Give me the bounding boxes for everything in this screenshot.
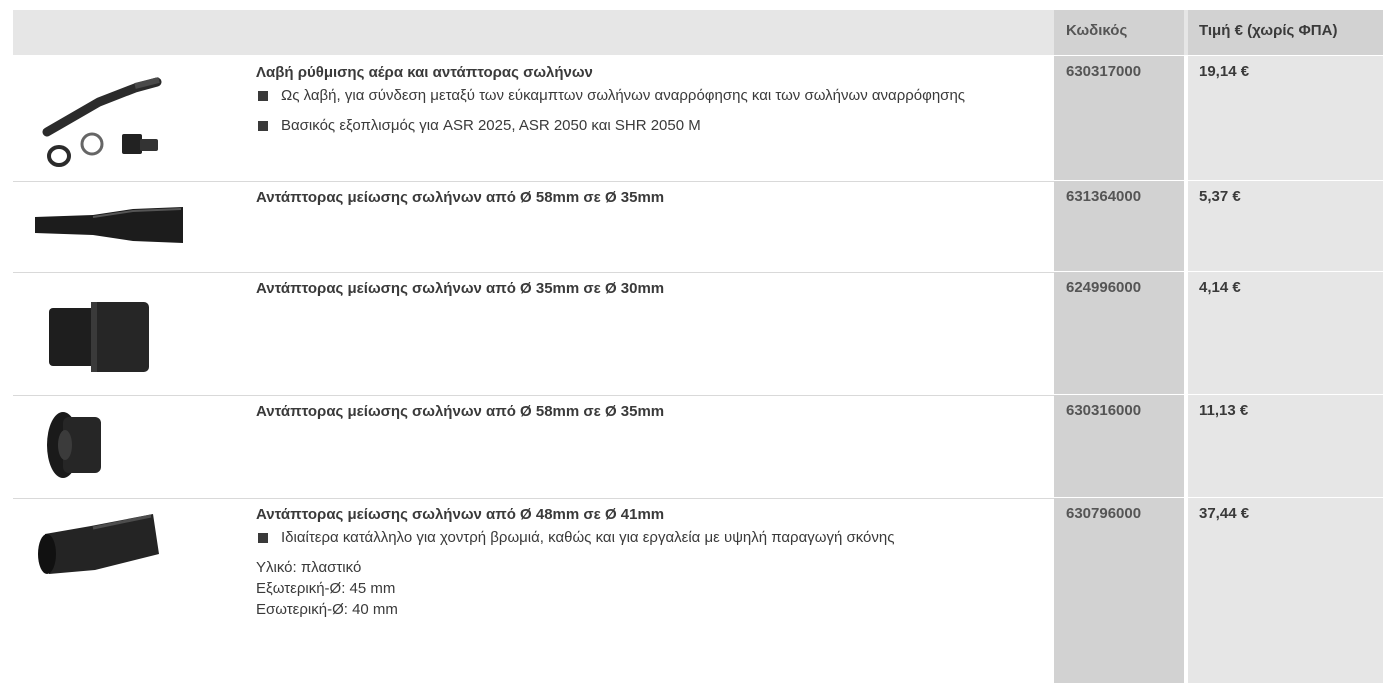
- feature-list: Ως λαβή, για σύνδεση μεταξύ των εύκαμπτω…: [256, 85, 1036, 136]
- product-title: Αντάπτορας μείωσης σωλήνων από Ø 35mm σε…: [256, 280, 665, 297]
- feature-item: Ως λαβή, για σύνδεση μεταξύ των εύκαμπτω…: [256, 85, 1036, 106]
- product-price: 5,37 €: [1188, 181, 1383, 271]
- product-price: 4,14 €: [1188, 272, 1383, 394]
- table-row: Αντάπτορας μείωσης σωλήνων από Ø 35mm σε…: [13, 272, 1383, 394]
- spec-inner-diameter: Εσωτερική-Ø: 40 mm: [256, 601, 398, 618]
- table-row: Αντάπτορας μείωσης σωλήνων από Ø 58mm σε…: [13, 181, 1383, 271]
- reducer-sleeve-icon: [49, 302, 149, 372]
- product-image: [13, 56, 243, 180]
- code-column-header: Κωδικός: [1054, 10, 1184, 55]
- reducer-ring-icon: [47, 412, 101, 478]
- price-column-header: Τιμή € (χωρίς ΦΠΑ): [1188, 10, 1383, 55]
- spec-outer-diameter: Εξωτερική-Ø: 45 mm: [256, 580, 396, 597]
- product-price: 19,14 €: [1188, 56, 1383, 180]
- product-code: 624996000: [1054, 272, 1184, 394]
- product-title: Λαβή ρύθμισης αέρα και αντάπτορας σωλήνω…: [256, 64, 593, 81]
- product-image: [13, 181, 243, 271]
- spec-material: Υλικό: πλαστικό: [256, 559, 362, 576]
- feature-item: Βασικός εξοπλισμός για ASR 2025, ASR 205…: [256, 115, 1036, 136]
- reducer-tube-icon: [35, 207, 183, 243]
- product-code: 631364000: [1054, 181, 1184, 271]
- product-image: [13, 272, 243, 394]
- product-code: 630316000: [1054, 395, 1184, 497]
- product-title: Αντάπτορας μείωσης σωλήνων από Ø 48mm σε…: [256, 506, 665, 523]
- reducer-coupler-icon: [38, 514, 159, 574]
- row-divider: [1054, 394, 1383, 395]
- feature-list: Ιδιαίτερα κατάλληλο για χοντρή βρωμιά, κ…: [256, 527, 1036, 548]
- product-image: [13, 498, 243, 683]
- product-title: Αντάπτορας μείωσης σωλήνων από Ø 58mm σε…: [256, 403, 665, 420]
- product-description: Αντάπτορας μείωσης σωλήνων από Ø 48mm σε…: [256, 504, 1036, 620]
- product-price: 37,44 €: [1188, 498, 1383, 683]
- product-code: 630796000: [1054, 498, 1184, 683]
- product-description: Αντάπτορας μείωσης σωλήνων από Ø 58mm σε…: [256, 401, 1036, 422]
- product-image: [13, 395, 243, 497]
- product-code: 630317000: [1054, 56, 1184, 180]
- row-divider: [1054, 271, 1383, 272]
- spec-list: Υλικό: πλαστικό Εξωτερική-Ø: 45 mm Εσωτε…: [256, 557, 1036, 620]
- table-row: Λαβή ρύθμισης αέρα και αντάπτορας σωλήνω…: [13, 56, 1383, 180]
- feature-item: Ιδιαίτερα κατάλληλο για χοντρή βρωμιά, κ…: [256, 527, 1036, 548]
- product-price: 11,13 €: [1188, 395, 1383, 497]
- table-row: Αντάπτορας μείωσης σωλήνων από Ø 48mm σε…: [13, 498, 1383, 683]
- row-divider: [1054, 497, 1383, 498]
- product-description: Λαβή ρύθμισης αέρα και αντάπτορας σωλήνω…: [256, 62, 1036, 145]
- product-description: Αντάπτορας μείωσης σωλήνων από Ø 58mm σε…: [256, 187, 1036, 208]
- table-header: Κωδικός Τιμή € (χωρίς ΦΠΑ): [13, 10, 1383, 55]
- product-table: Κωδικός Τιμή € (χωρίς ΦΠΑ) Λαβή ρύθμισης…: [13, 10, 1383, 683]
- product-title: Αντάπτορας μείωσης σωλήνων από Ø 58mm σε…: [256, 189, 665, 206]
- row-divider: [1054, 180, 1383, 181]
- handle-adapter-icon: [42, 77, 162, 167]
- product-description: Αντάπτορας μείωσης σωλήνων από Ø 35mm σε…: [256, 278, 1036, 299]
- table-row: Αντάπτορας μείωσης σωλήνων από Ø 58mm σε…: [13, 395, 1383, 497]
